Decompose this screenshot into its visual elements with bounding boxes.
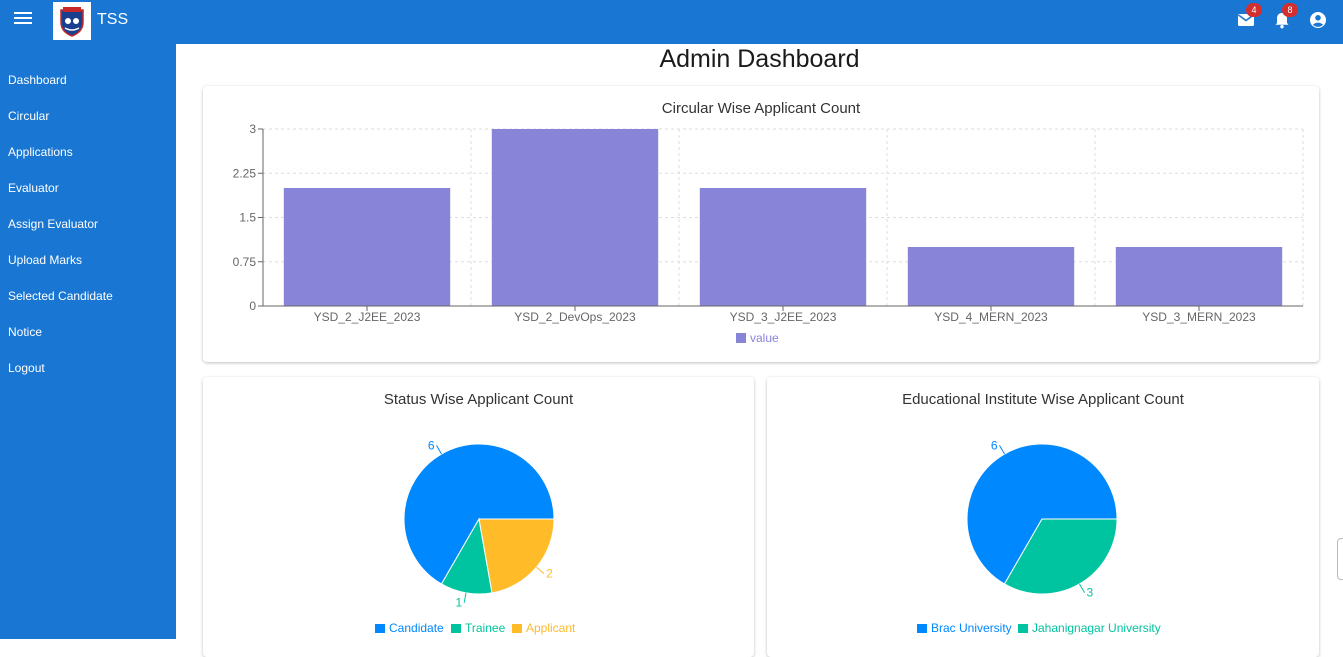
- bar-chart: 0 0.75 1.5 2.25 3 YSD_2_J2EE_2023 YSD_2_DevOps…: [233, 122, 1304, 345]
- pie-label-line: [999, 445, 1005, 455]
- x-tick-label: YSD_4_MERN_2023: [934, 310, 1048, 324]
- y-tick-label: 1.5: [239, 211, 256, 225]
- mail-count-badge: 4: [1246, 3, 1262, 17]
- pie-label-line: [436, 445, 442, 455]
- legend-label: Candidate: [389, 621, 444, 635]
- app-title: TSS: [97, 11, 129, 28]
- legend-label: Trainee: [465, 621, 506, 635]
- mail-icon[interactable]: 4: [1236, 3, 1262, 30]
- bar: [907, 247, 1075, 306]
- y-tick-label: 0.75: [233, 255, 257, 269]
- app-bar: TSS 4 8: [0, 0, 1343, 44]
- page-title: Admin Dashboard: [659, 45, 860, 73]
- bar: [1115, 247, 1283, 306]
- legend-swatch: [512, 624, 522, 633]
- sidebar-item-evaluator[interactable]: Evaluator: [8, 181, 59, 195]
- sidebar-item-logout[interactable]: Logout: [8, 361, 45, 375]
- menu-icon[interactable]: [14, 12, 32, 26]
- pie-value-label: 6: [991, 438, 998, 452]
- pie-value-label: 3: [1087, 586, 1094, 600]
- pie-value-label: 6: [428, 438, 435, 452]
- legend-label: Jahanignagar University: [1032, 621, 1161, 635]
- notification-count-badge: 8: [1282, 3, 1298, 17]
- x-tick-label: YSD_2_J2EE_2023: [314, 310, 421, 324]
- pie-slice: [478, 518, 555, 594]
- pie-value-label: 1: [456, 596, 463, 610]
- y-tick-label: 3: [249, 122, 256, 136]
- legend-label: value: [750, 331, 779, 345]
- app-logo[interactable]: [53, 2, 91, 40]
- x-tick-label: YSD_3_MERN_2023: [1142, 310, 1256, 324]
- pie-label-line: [1079, 583, 1085, 593]
- sidebar-item-circular[interactable]: Circular: [8, 109, 49, 123]
- y-tick-label: 2.25: [233, 166, 257, 180]
- notification-bell-icon[interactable]: 8: [1272, 3, 1298, 30]
- status-pie-card: Status Wise Applicant Count 6 1 2 Candidate…: [203, 377, 754, 657]
- legend-swatch: [1018, 624, 1028, 633]
- legend-swatch: [375, 624, 385, 633]
- pie-label-line: [463, 592, 467, 603]
- bar: [491, 129, 659, 306]
- sidebar-item-assign-evaluator[interactable]: Assign Evaluator: [8, 217, 98, 231]
- bar: [283, 188, 451, 306]
- x-tick-label: YSD_3_J2EE_2023: [730, 310, 837, 324]
- bar-chart-card: Circular Wise Applicant Count 0 0.75 1.5 2.…: [203, 86, 1319, 362]
- bar: [699, 188, 867, 306]
- sidebar-item-selected-candidate[interactable]: Selected Candidate: [8, 289, 113, 303]
- side-handle[interactable]: [1337, 538, 1343, 580]
- sidebar-item-dashboard[interactable]: Dashboard: [8, 73, 67, 87]
- institute-pie-card: Educational Institute Wise Applicant Cou…: [767, 377, 1319, 657]
- institute-pie-chart: 6 3 Brac University Jahanignagar University: [917, 438, 1161, 635]
- legend-swatch: [736, 333, 746, 343]
- legend-label: Brac University: [931, 621, 1012, 635]
- sidebar: Dashboard Circular Applications Evaluato…: [0, 44, 176, 639]
- pie-value-label: 2: [546, 567, 553, 581]
- sidebar-item-notice[interactable]: Notice: [8, 325, 42, 339]
- y-tick-label: 0: [249, 299, 256, 313]
- legend-label: Applicant: [526, 621, 576, 635]
- legend-swatch: [917, 624, 927, 633]
- legend-swatch: [451, 624, 461, 633]
- status-pie-chart: 6 1 2 Candidate Trainee Applicant: [375, 438, 576, 635]
- sidebar-item-applications[interactable]: Applications: [8, 145, 73, 159]
- account-circle-icon[interactable]: [1308, 10, 1328, 30]
- sidebar-item-upload-marks[interactable]: Upload Marks: [8, 253, 82, 267]
- x-tick-label: YSD_2_DevOps_2023: [514, 310, 636, 324]
- pie-label-line: [536, 566, 545, 575]
